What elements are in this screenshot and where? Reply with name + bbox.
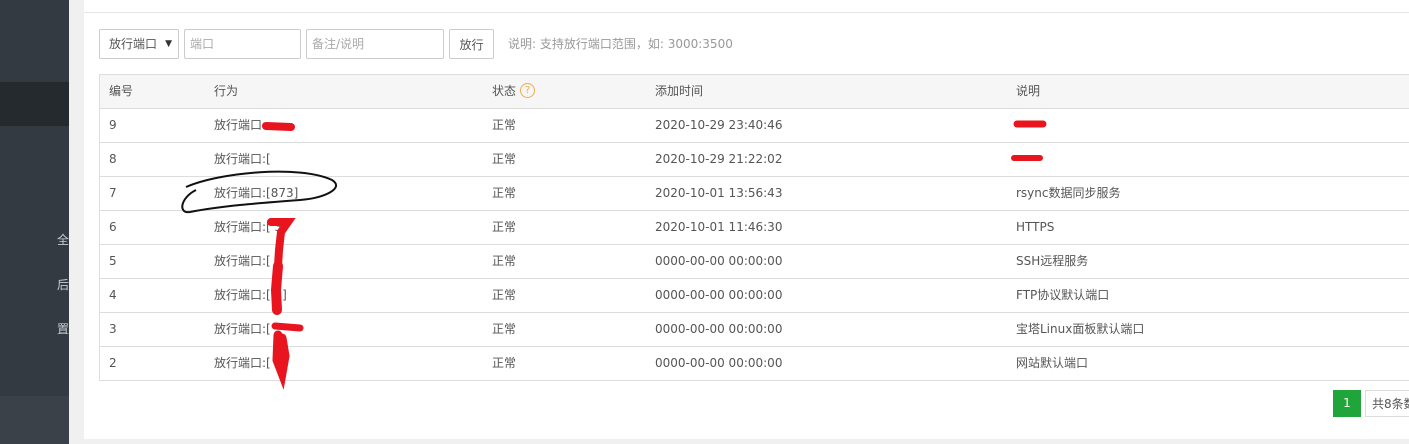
sidebar-item-label[interactable]: 后 (57, 278, 69, 292)
cell-id: 7 (109, 186, 117, 200)
cell-status: 正常 (492, 118, 517, 132)
cell-note: 网站默认端口 (1016, 356, 1089, 370)
cell-status: 正常 (492, 356, 517, 370)
cell-action: 放行端口:[ 3] (214, 220, 287, 234)
cell-time: 2020-10-29 21:22:02 (655, 152, 783, 166)
cell-note: rsync数据同步服务 (1016, 186, 1121, 200)
cell-action: 放行端口:[ (214, 152, 271, 166)
cell-action: 放行端口:[ 1] (214, 288, 287, 302)
cell-time: 2020-10-01 11:46:30 (655, 220, 783, 234)
cell-time: 0000-00-00 00:00:00 (655, 254, 783, 268)
rule-type-value: 放行端口 (109, 37, 158, 51)
table-row: 7 放行端口:[873] 正常 2020-10-01 13:56:43 rsync数据同… (100, 177, 1409, 211)
cell-note: HTTPS (1016, 220, 1055, 234)
sidebar-footer (0, 396, 69, 444)
sidebar: 全 后 置 (0, 0, 69, 444)
cell-id: 2 (109, 356, 117, 370)
table-row: 8 放行端口:[ 正常 2020-10-29 21:22:02 (100, 143, 1409, 177)
hint-text: 说明: 支持放行端口范围，如: 3000:3500 (508, 37, 733, 51)
table-row: 6 放行端口:[ 3] 正常 2020-10-01 11:46:30 HTTPS (100, 211, 1409, 245)
note-input[interactable] (306, 29, 444, 59)
table-row: 5 放行端口:[ 正常 0000-00-00 00:00:00 SSH远程服务 (100, 245, 1409, 279)
cell-action: 放行端口:[ (214, 254, 271, 268)
sidebar-item-label[interactable]: 全 (57, 233, 69, 247)
table-row: 4 放行端口:[ 1] 正常 0000-00-00 00:00:00 FTP协议默认端口 (100, 279, 1409, 313)
cell-note: FTP协议默认端口 (1016, 288, 1110, 302)
header-status: 状态? (492, 75, 536, 108)
page-total: 共8条数据 (1365, 390, 1409, 417)
main-panel: 放行端口 ▼ 放行 说明: 支持放行端口范围，如: 3000:3500 编号 行… (84, 0, 1409, 439)
header-time: 添加时间 (655, 84, 704, 98)
cell-status: 正常 (492, 254, 517, 268)
header-note: 说明 (1016, 84, 1041, 98)
cell-id: 3 (109, 322, 117, 336)
cell-action: 放行端口:[ (214, 356, 271, 370)
table-row: 2 放行端口:[ 正常 0000-00-00 00:00:00 网站默认端口 (100, 347, 1409, 381)
allow-port-button[interactable]: 放行 (449, 29, 494, 59)
cell-note: SSH远程服务 (1016, 254, 1089, 268)
cell-action: 放行端口:[873] (214, 186, 299, 200)
cell-time: 0000-00-00 00:00:00 (655, 322, 783, 336)
page-button-current[interactable]: 1 (1333, 390, 1361, 417)
header-id: 编号 (109, 84, 134, 98)
header-status-label: 状态 (492, 84, 517, 98)
cell-id: 8 (109, 152, 117, 166)
port-input[interactable] (184, 29, 301, 59)
cell-status: 正常 (492, 186, 517, 200)
cell-id: 4 (109, 288, 117, 302)
cell-time: 0000-00-00 00:00:00 (655, 288, 783, 302)
firewall-table: 编号 行为 状态? 添加时间 说明 9 放行端口: 正常 2020-10-29 23:… (99, 74, 1409, 381)
cell-action: 放行端口:[ (214, 322, 271, 336)
sidebar-active-item[interactable] (0, 82, 69, 126)
cell-status: 正常 (492, 152, 517, 166)
cell-id: 9 (109, 118, 117, 132)
cell-time: 2020-10-01 13:56:43 (655, 186, 783, 200)
cell-status: 正常 (492, 288, 517, 302)
divider (84, 12, 1409, 13)
chevron-down-icon: ▼ (165, 39, 172, 49)
cell-action: 放行端口: (214, 118, 267, 132)
help-icon[interactable]: ? (520, 83, 536, 98)
cell-id: 5 (109, 254, 117, 268)
table-header-row: 编号 行为 状态? 添加时间 说明 (100, 75, 1409, 109)
cell-status: 正常 (492, 220, 517, 234)
table-row: 3 放行端口:[ 正常 0000-00-00 00:00:00 宝塔Linux面板默认端… (100, 313, 1409, 347)
cell-status: 正常 (492, 322, 517, 336)
rule-type-select[interactable]: 放行端口 ▼ (99, 29, 179, 59)
cell-note: 宝塔Linux面板默认端口 (1016, 322, 1145, 336)
table-row: 9 放行端口: 正常 2020-10-29 23:40:46 (100, 109, 1409, 143)
cell-id: 6 (109, 220, 117, 234)
cell-time: 2020-10-29 23:40:46 (655, 118, 783, 132)
header-action: 行为 (214, 84, 239, 98)
sidebar-item-label[interactable]: 置 (57, 322, 69, 336)
cell-time: 0000-00-00 00:00:00 (655, 356, 783, 370)
